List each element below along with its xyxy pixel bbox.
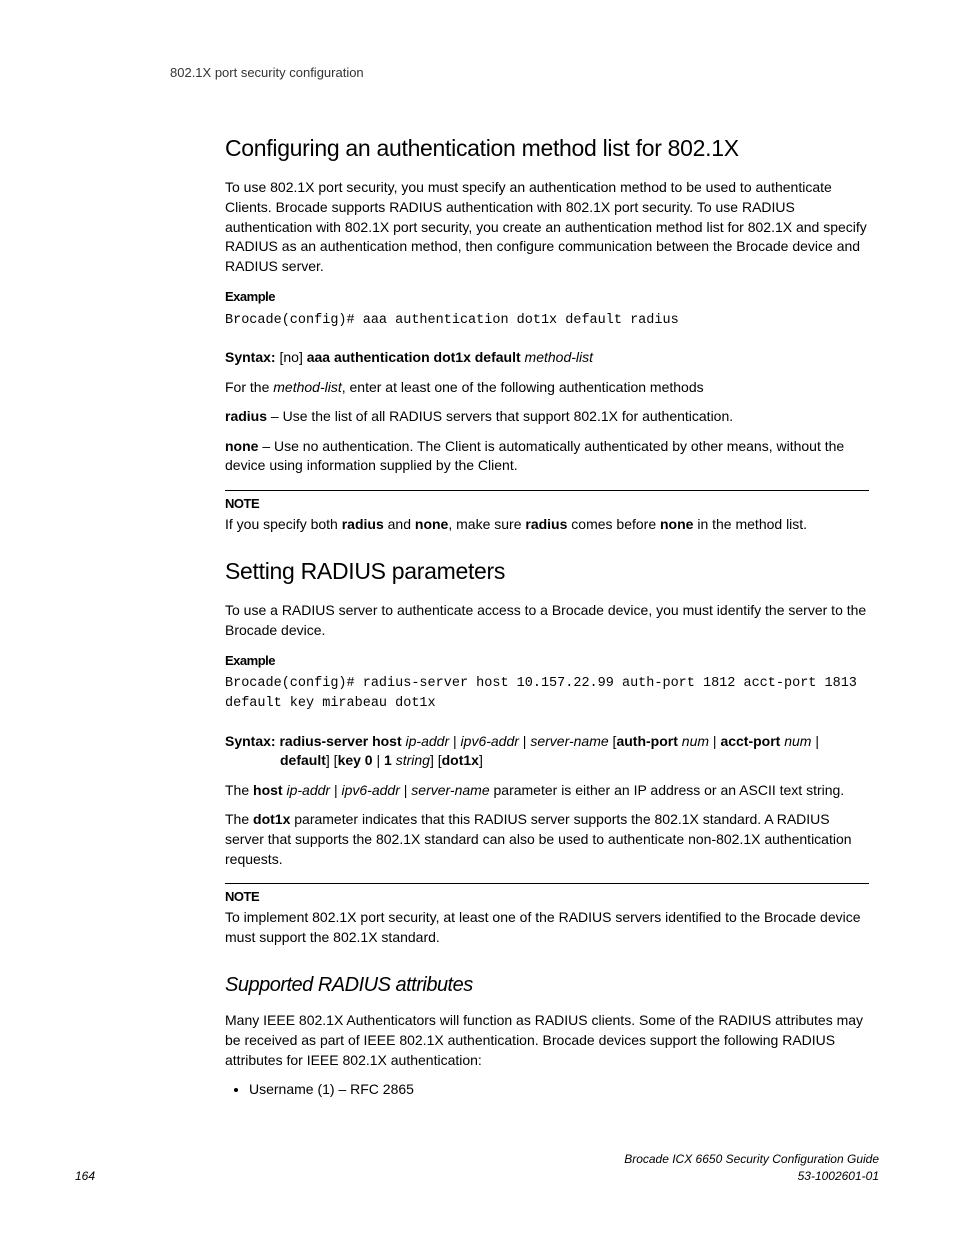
doc-number: 53-1002601-01 [624,1168,879,1185]
syntax-no: no [283,349,299,365]
page: 802.1X port security configuration Confi… [0,0,954,1235]
bullet-list: Username (1) – RFC 2865 [225,1080,869,1100]
content-area: Configuring an authentication method lis… [225,132,869,1100]
paragraph: For the method-list, enter at least one … [225,378,869,398]
note-body: To implement 802.1X port security, at le… [225,908,869,947]
example-label: Example [225,652,869,670]
paragraph: The host ip-addr | ipv6-addr | server-na… [225,781,869,801]
footer-right: Brocade ICX 6650 Security Configuration … [624,1151,879,1185]
note-label: NOTE [225,495,869,513]
heading-supported-attrs: Supported RADIUS attributes [225,971,869,999]
note-label: NOTE [225,888,869,906]
syntax-label: Syntax: [225,349,276,365]
page-number: 164 [75,1168,95,1185]
list-item: Username (1) – RFC 2865 [249,1080,869,1100]
code-block: Brocade(config)# aaa authentication dot1… [225,311,869,331]
paragraph: The dot1x parameter indicates that this … [225,810,869,869]
note-body: If you specify both radius and none, mak… [225,515,869,535]
running-header: 802.1X port security configuration [170,64,879,82]
page-footer: 164 Brocade ICX 6650 Security Configurat… [75,1151,879,1185]
note-block: NOTE To implement 802.1X port security, … [225,883,869,947]
paragraph: none – Use no authentication. The Client… [225,437,869,476]
syntax-cmd: aaa authentication dot1x default [307,349,521,365]
heading-config-auth: Configuring an authentication method lis… [225,132,869,164]
example-label: Example [225,288,869,306]
paragraph: Many IEEE 802.1X Authenticators will fun… [225,1011,869,1070]
syntax-arg: method-list [525,349,593,365]
paragraph: To use 802.1X port security, you must sp… [225,178,869,276]
paragraph: radius – Use the list of all RADIUS serv… [225,407,869,427]
heading-radius-params: Setting RADIUS parameters [225,555,869,587]
term-radius: radius [225,408,267,424]
syntax-line: Syntax: [no] aaa authentication dot1x de… [225,348,869,368]
paragraph: To use a RADIUS server to authenticate a… [225,601,869,640]
syntax-label: Syntax: [225,733,276,749]
syntax-line: Syntax: radius-server host ip-addr | ipv… [225,732,869,771]
code-block: Brocade(config)# radius-server host 10.1… [225,674,869,713]
term-none: none [225,438,258,454]
note-block: NOTE If you specify both radius and none… [225,490,869,535]
doc-title: Brocade ICX 6650 Security Configuration … [624,1151,879,1168]
